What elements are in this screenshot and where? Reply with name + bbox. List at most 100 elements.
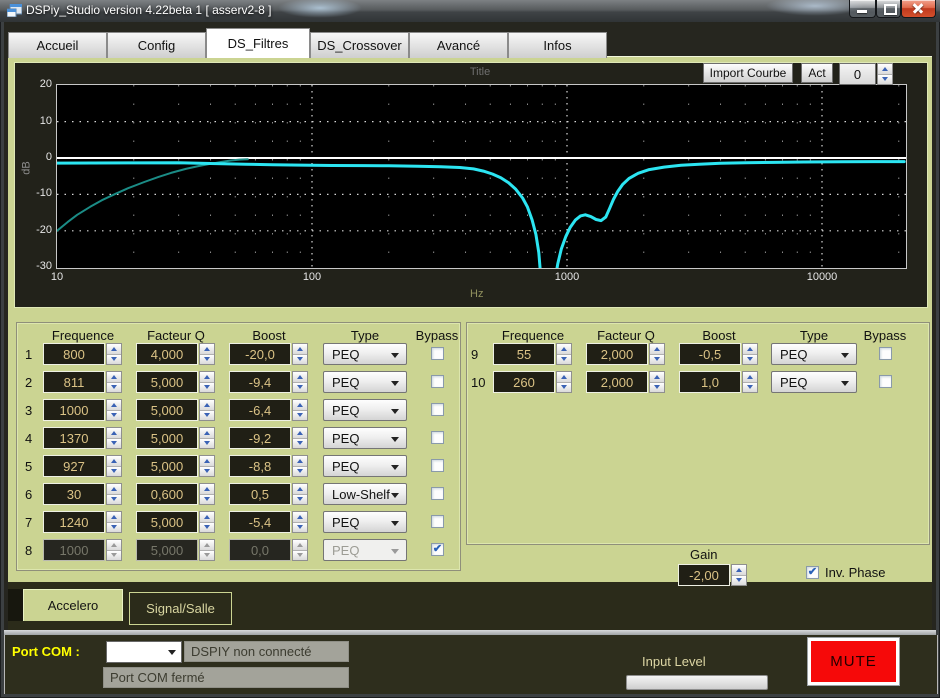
type-dropdown[interactable]: PEQ <box>323 539 407 561</box>
boost-spinner[interactable]: -8,8 <box>229 455 308 477</box>
facteur-q-spinner[interactable]: 0,600 <box>136 483 215 505</box>
spin-down-icon[interactable] <box>107 551 121 561</box>
sub-tab-signal-salle[interactable]: Signal/Salle <box>129 592 232 625</box>
bypass-checkbox[interactable] <box>879 375 892 388</box>
facteur-q-spinner-buttons[interactable] <box>199 371 215 393</box>
sub-tab-accelero[interactable]: Accelero <box>23 589 123 621</box>
spin-up-icon[interactable] <box>107 512 121 523</box>
spin-up-icon[interactable] <box>293 484 307 495</box>
import-courbe-button[interactable]: Import Courbe <box>703 63 793 83</box>
boost-spinner[interactable]: -9,4 <box>229 371 308 393</box>
act-spinner[interactable]: 0 <box>839 63 893 85</box>
spin-up-icon[interactable] <box>293 372 307 383</box>
spin-up-icon[interactable] <box>200 540 214 551</box>
bypass-checkbox[interactable] <box>879 347 892 360</box>
frequence-spinner-buttons[interactable] <box>106 483 122 505</box>
spin-up-icon[interactable] <box>200 372 214 383</box>
facteur-q-spinner-buttons[interactable] <box>199 343 215 365</box>
spin-down-icon[interactable] <box>743 355 757 365</box>
boost-spinner[interactable]: 0,5 <box>229 483 308 505</box>
spin-down-icon[interactable] <box>557 355 571 365</box>
spin-up-icon[interactable] <box>107 400 121 411</box>
type-dropdown[interactable]: PEQ <box>771 343 857 365</box>
frequence-spinner-buttons[interactable] <box>106 539 122 561</box>
boost-spinner-buttons[interactable] <box>292 427 308 449</box>
spin-down-icon[interactable] <box>293 355 307 365</box>
boost-spinner[interactable]: -6,4 <box>229 399 308 421</box>
spin-up-icon[interactable] <box>732 565 746 576</box>
spin-up-icon[interactable] <box>107 372 121 383</box>
spin-down-icon[interactable] <box>107 411 121 421</box>
boost-spinner-buttons[interactable] <box>742 343 758 365</box>
spin-up-icon[interactable] <box>650 344 664 355</box>
frequence-spinner[interactable]: 1370 <box>43 427 122 449</box>
type-dropdown[interactable]: Low-Shelf <box>323 483 407 505</box>
bypass-checkbox[interactable] <box>431 403 444 416</box>
spin-up-icon[interactable] <box>200 456 214 467</box>
frequence-spinner[interactable]: 927 <box>43 455 122 477</box>
spin-down-icon[interactable] <box>200 411 214 421</box>
facteur-q-spinner[interactable]: 4,000 <box>136 343 215 365</box>
boost-spinner[interactable]: -20,0 <box>229 343 308 365</box>
gain-spinner[interactable]: -2,00 <box>678 564 747 586</box>
tab-infos[interactable]: Infos <box>508 32 607 58</box>
facteur-q-spinner[interactable]: 5,000 <box>136 511 215 533</box>
facteur-q-spinner-buttons[interactable] <box>199 539 215 561</box>
spin-down-icon[interactable] <box>200 495 214 505</box>
gain-spinner-buttons[interactable] <box>731 564 747 586</box>
spin-up-icon[interactable] <box>557 344 571 355</box>
tab-config[interactable]: Config <box>107 32 206 58</box>
spin-down-icon[interactable] <box>200 439 214 449</box>
facteur-q-spinner[interactable]: 5,000 <box>136 427 215 449</box>
spin-down-icon[interactable] <box>293 495 307 505</box>
bypass-checkbox[interactable] <box>431 375 444 388</box>
spin-up-icon[interactable] <box>293 344 307 355</box>
frequence-spinner-buttons[interactable] <box>106 343 122 365</box>
frequence-spinner[interactable]: 260 <box>493 371 572 393</box>
frequence-spinner[interactable]: 1000 <box>43 539 122 561</box>
maximize-button[interactable] <box>876 0 901 18</box>
spin-up-icon[interactable] <box>200 428 214 439</box>
facteur-q-spinner-buttons[interactable] <box>649 371 665 393</box>
mute-button[interactable]: MUTE <box>807 637 900 686</box>
boost-spinner-buttons[interactable] <box>292 539 308 561</box>
spin-down-icon[interactable] <box>293 523 307 533</box>
spin-up-icon[interactable] <box>200 484 214 495</box>
spin-up-icon[interactable] <box>293 400 307 411</box>
bypass-checkbox[interactable] <box>431 431 444 444</box>
bypass-checkbox[interactable] <box>431 347 444 360</box>
facteur-q-spinner-buttons[interactable] <box>199 483 215 505</box>
spin-up-icon[interactable] <box>293 428 307 439</box>
facteur-q-spinner-buttons[interactable] <box>649 343 665 365</box>
spin-down-icon[interactable] <box>200 355 214 365</box>
bypass-checkbox[interactable] <box>431 515 444 528</box>
boost-spinner[interactable]: -5,4 <box>229 511 308 533</box>
spin-up-icon[interactable] <box>200 512 214 523</box>
spin-down-icon[interactable] <box>878 75 892 85</box>
facteur-q-spinner-buttons[interactable] <box>199 399 215 421</box>
boost-spinner[interactable]: -0,5 <box>679 343 758 365</box>
boost-spinner-buttons[interactable] <box>292 343 308 365</box>
type-dropdown[interactable]: PEQ <box>323 427 407 449</box>
tab-accueil[interactable]: Accueil <box>8 32 107 58</box>
type-dropdown[interactable]: PEQ <box>323 511 407 533</box>
spin-up-icon[interactable] <box>107 456 121 467</box>
spin-down-icon[interactable] <box>293 551 307 561</box>
frequence-spinner[interactable]: 1000 <box>43 399 122 421</box>
spin-up-icon[interactable] <box>200 400 214 411</box>
spin-up-icon[interactable] <box>743 372 757 383</box>
spin-down-icon[interactable] <box>557 383 571 393</box>
type-dropdown[interactable]: PEQ <box>323 343 407 365</box>
act-spinner-buttons[interactable] <box>877 63 893 85</box>
act-button[interactable]: Act <box>801 63 833 83</box>
frequence-spinner[interactable]: 30 <box>43 483 122 505</box>
spin-down-icon[interactable] <box>293 411 307 421</box>
tab-ds-filtres[interactable]: DS_Filtres <box>206 28 310 58</box>
boost-spinner-buttons[interactable] <box>292 399 308 421</box>
spin-down-icon[interactable] <box>107 383 121 393</box>
frequence-spinner[interactable]: 1240 <box>43 511 122 533</box>
type-dropdown[interactable]: PEQ <box>771 371 857 393</box>
spin-up-icon[interactable] <box>107 484 121 495</box>
spin-down-icon[interactable] <box>732 576 746 586</box>
facteur-q-spinner[interactable]: 5,000 <box>136 455 215 477</box>
